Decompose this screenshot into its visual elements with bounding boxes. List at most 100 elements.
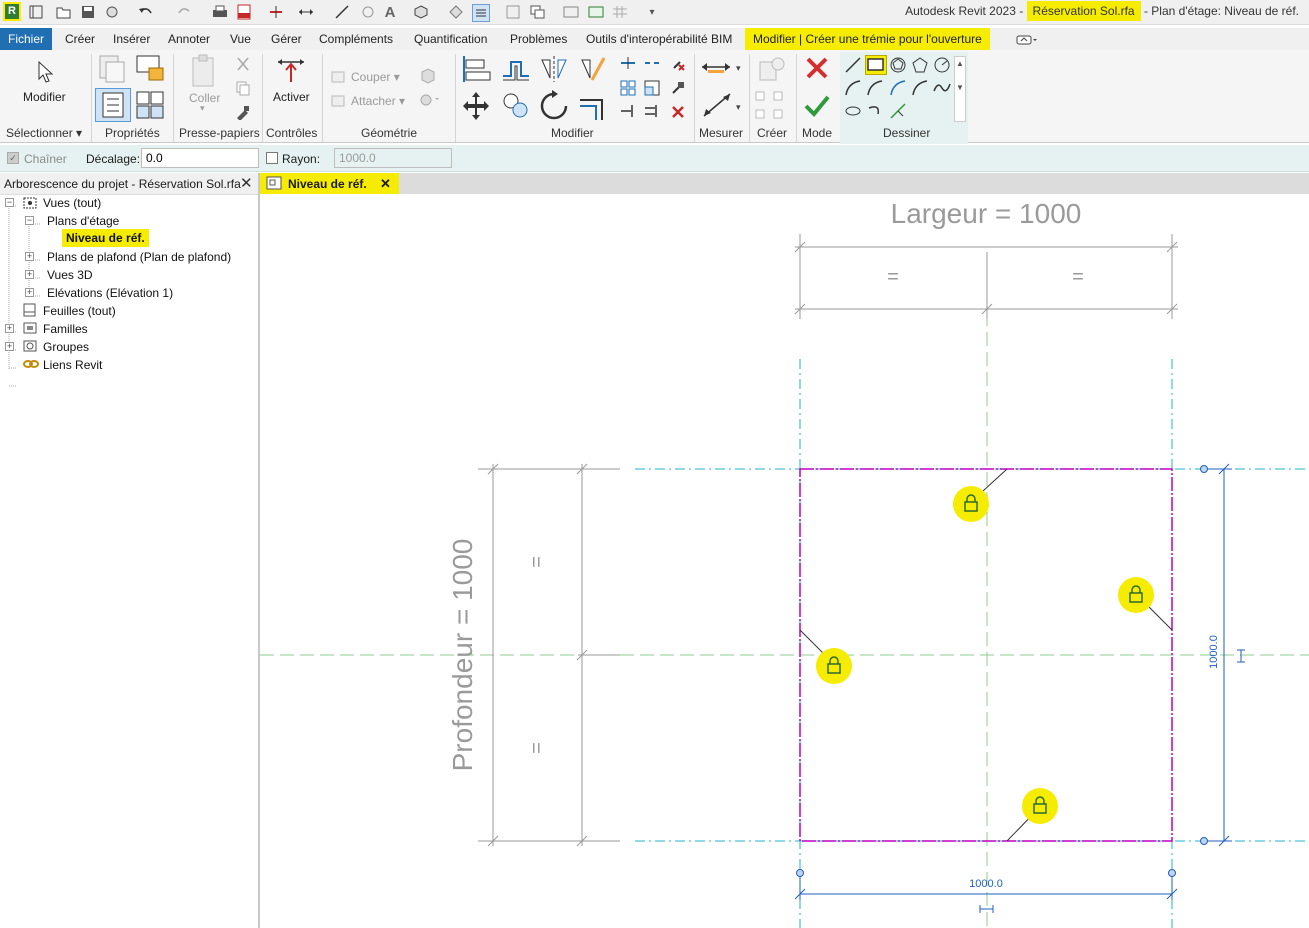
wall-join-icon[interactable] [420, 68, 436, 87]
copy-icon[interactable] [235, 80, 251, 99]
tab-annoter[interactable]: Annoter [168, 28, 210, 50]
print-icon[interactable] [212, 4, 228, 20]
family-category-icon[interactable] [135, 52, 165, 87]
dim-grip-bottom[interactable] [1200, 837, 1208, 845]
close-view-tab-icon[interactable]: ✕ [380, 176, 391, 191]
couper-button[interactable]: Couper ▾ [351, 70, 400, 84]
expand-groupes-icon[interactable]: + [5, 342, 14, 351]
match-properties-icon[interactable] [235, 104, 251, 123]
tab-complements[interactable]: Compléments [319, 28, 393, 50]
dim-right-value[interactable]: 1000.0 [1208, 635, 1220, 669]
plan-view[interactable]: Largeur = 1000 = = Profondeur = 1000 = = [260, 194, 1309, 928]
dim-bottom-value[interactable]: 1000.0 [969, 878, 1003, 890]
view-tab-niveau[interactable]: Niveau de réf. ✕ [260, 173, 399, 194]
ellipse-icon[interactable] [844, 102, 862, 123]
pdf-export-icon[interactable] [236, 4, 252, 20]
properties-icon[interactable] [95, 88, 131, 122]
eq-label-bottom[interactable]: = [526, 742, 548, 754]
tab-gerer[interactable]: Gérer [271, 28, 302, 50]
aligned-dimension-icon[interactable] [298, 4, 314, 20]
family-types-icon[interactable] [97, 54, 127, 87]
start-end-arc-icon[interactable] [844, 79, 862, 100]
paste-icon[interactable] [190, 54, 218, 93]
circumscribed-polygon-icon[interactable] [911, 56, 929, 77]
largeur-dimension[interactable] [794, 234, 1178, 319]
chainer-checkbox[interactable]: ✓ [7, 152, 19, 164]
tab-fichier[interactable]: Fichier [0, 28, 52, 50]
open-icon[interactable] [56, 4, 72, 20]
copy-element-icon[interactable] [500, 90, 532, 125]
tab-outils-interoperabilite[interactable]: Outils d'interopérabilité BIM [586, 28, 732, 50]
circle-icon[interactable] [933, 56, 951, 77]
measure-icon[interactable] [268, 4, 284, 20]
tag-icon[interactable] [360, 4, 376, 20]
expand-vues-3d-icon[interactable]: + [25, 270, 34, 279]
close-hidden-icon[interactable] [505, 4, 521, 20]
align-icon[interactable] [460, 54, 492, 87]
undo-icon[interactable] [138, 4, 154, 20]
customize-toolbar-icon[interactable]: ▾ [644, 4, 660, 20]
trim-extend-corner-icon[interactable] [578, 90, 610, 125]
cancel-edit-mode-icon[interactable] [803, 54, 831, 85]
close-browser-icon[interactable]: ✕ [240, 174, 253, 192]
save-icon[interactable] [80, 4, 96, 20]
expand-plans-plafond-icon[interactable]: + [25, 252, 34, 261]
mirror-pick-axis-icon[interactable] [538, 54, 570, 87]
drawing-canvas[interactable]: Largeur = 1000 = = Profondeur = 1000 = = [260, 194, 1309, 928]
expand-elevations-icon[interactable]: + [25, 288, 34, 297]
tree-plans-plafond[interactable]: Plans de plafond (Plan de plafond) [47, 250, 231, 264]
tab-problemes[interactable]: Problèmes [510, 28, 567, 50]
split-gap-icon[interactable] [644, 56, 660, 73]
trim-multiple-icon[interactable] [644, 104, 660, 121]
rectangle-icon[interactable] [865, 55, 887, 75]
dim-grip-right[interactable] [1168, 869, 1176, 877]
rayon-checkbox[interactable] [266, 152, 278, 164]
delete-icon[interactable] [670, 104, 686, 123]
pick-lines-icon[interactable] [889, 102, 907, 123]
lock-right[interactable] [1118, 577, 1154, 613]
trim-single-icon[interactable] [620, 104, 636, 121]
split-face-icon[interactable] [418, 92, 442, 111]
tab-vue[interactable]: Vue [230, 28, 251, 50]
rayon-input[interactable] [334, 148, 452, 168]
measure-dropdown-icon[interactable]: ▾ [736, 63, 741, 74]
eq-label-top[interactable]: = [526, 556, 548, 568]
split-element-icon[interactable] [620, 56, 636, 73]
unpin-icon[interactable] [670, 56, 686, 75]
section-icon[interactable] [448, 4, 464, 20]
dimension-icon[interactable] [700, 90, 734, 123]
fillet-arc-icon[interactable] [911, 79, 929, 100]
scale-icon[interactable] [644, 80, 660, 99]
activer-button[interactable]: Activer [273, 90, 310, 104]
redo-icon[interactable] [176, 4, 192, 20]
cut-icon[interactable] [235, 56, 251, 75]
center-ends-arc-icon[interactable] [866, 79, 884, 100]
measure-between-icon[interactable] [700, 60, 734, 77]
line-icon[interactable] [844, 56, 862, 77]
create-group-icon[interactable] [754, 90, 788, 125]
tree-vues-3d[interactable]: Vues 3D [47, 268, 93, 282]
eq-toggle-right-icon[interactable] [1237, 649, 1245, 663]
3d-view-icon[interactable] [413, 4, 429, 20]
cut-geometry-icon[interactable] [330, 70, 346, 87]
lock-left[interactable] [816, 648, 852, 684]
tab-modifier-tremie[interactable]: Modifier | Créer une trémie pour l'ouver… [745, 28, 990, 50]
type-properties-icon[interactable] [135, 90, 167, 125]
lock-bottom[interactable] [1022, 788, 1058, 824]
finish-edit-mode-icon[interactable] [803, 92, 831, 123]
coller-dropdown-icon[interactable]: ▾ [200, 103, 205, 114]
offset-icon[interactable] [500, 54, 532, 87]
collapse-vues-icon[interactable]: − [5, 198, 14, 207]
tree-vues[interactable]: Vues (tout) [43, 196, 101, 210]
tree-groupes[interactable]: Groupes [43, 340, 89, 354]
tab-quantification[interactable]: Quantification [414, 28, 487, 50]
tree-feuilles[interactable]: Feuilles (tout) [43, 304, 116, 318]
modifier-button[interactable]: Modifier [23, 90, 66, 104]
mirror-draw-axis-icon[interactable] [578, 54, 610, 87]
selectionner-panel-label[interactable]: Sélectionner ▾ [6, 126, 82, 140]
sync-icon[interactable] [104, 4, 120, 20]
grid-icon[interactable] [612, 4, 628, 20]
inscribed-polygon-icon[interactable] [889, 56, 907, 77]
tree-liens-revit[interactable]: Liens Revit [43, 358, 102, 372]
tangent-arc-icon[interactable] [889, 79, 907, 100]
